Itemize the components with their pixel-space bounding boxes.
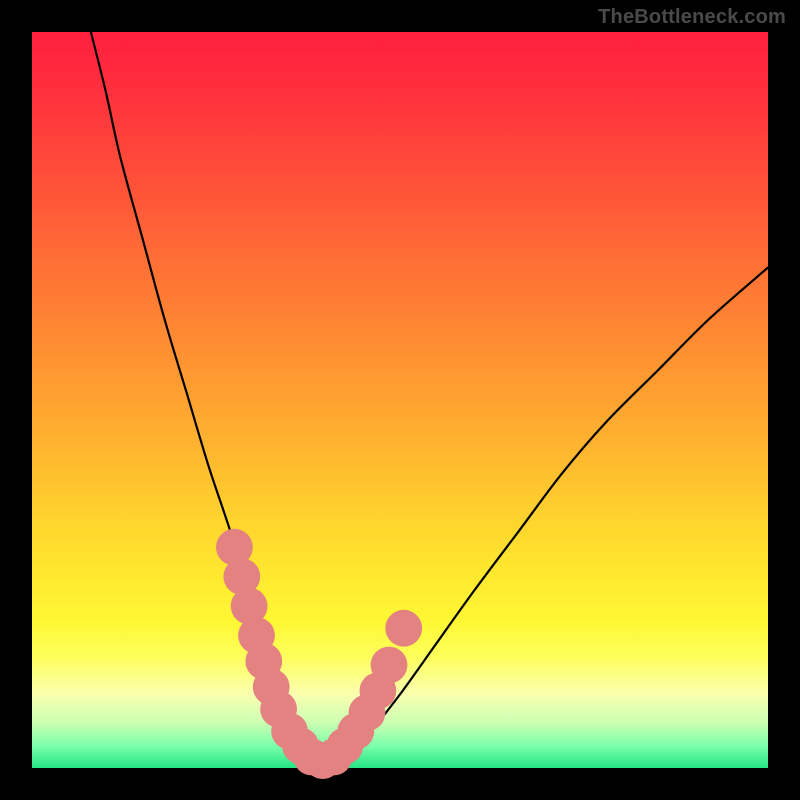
outer-black-frame: TheBottleneck.com xyxy=(0,0,800,800)
highlight-dots-group xyxy=(216,529,422,779)
highlight-dot xyxy=(371,647,408,684)
highlight-dot xyxy=(385,610,422,647)
curve-svg-layer xyxy=(32,32,768,768)
bottleneck-curve xyxy=(91,32,768,762)
gradient-plot-area xyxy=(32,32,768,768)
watermark-text: TheBottleneck.com xyxy=(598,6,786,29)
